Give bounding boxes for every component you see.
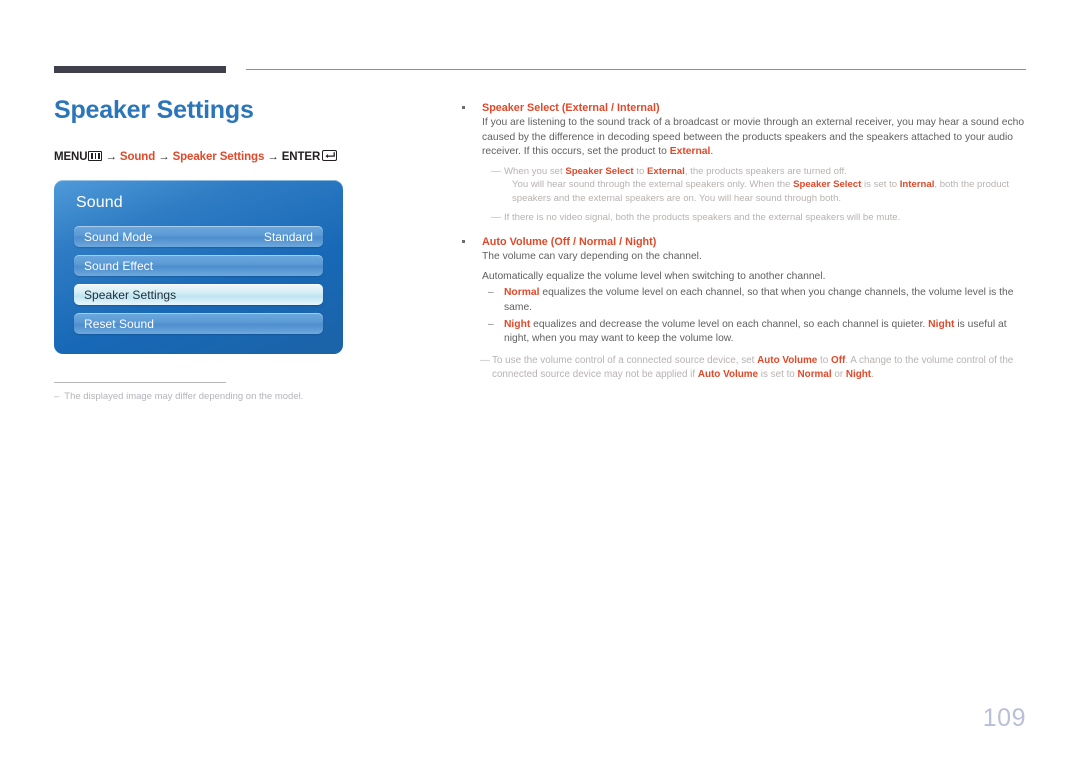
breadcrumb-menu-label: MENU <box>54 151 88 163</box>
osd-item-speaker-settings[interactable]: Speaker Settings <box>74 284 323 305</box>
note-term-1: Speaker Select <box>565 165 634 177</box>
item-term-2: Night <box>928 318 955 330</box>
body-text-tail: . <box>710 146 714 158</box>
note-dash-icon: — <box>491 165 501 177</box>
enter-return-icon <box>322 150 338 161</box>
osd-item-value: Standard <box>263 229 313 244</box>
osd-item-label: Speaker Settings <box>84 287 177 302</box>
body-emphasis: External <box>669 146 711 158</box>
note-text-a: To use the volume control of a connected… <box>492 354 758 366</box>
breadcrumb-arrow-1: → <box>105 151 117 163</box>
note-no-video-signal: — If there is no video signal, both the p… <box>458 211 1028 225</box>
note-continuation: You will hear sound through the external… <box>504 178 1028 205</box>
item-term: Night <box>504 318 531 330</box>
item-text: equalizes the volume level on each chann… <box>504 287 1014 313</box>
note-text-b: to <box>817 354 832 366</box>
breadcrumb-arrow-3: → <box>267 151 279 163</box>
note-term-2: Off <box>831 354 846 366</box>
osd-item-sound-mode[interactable]: Sound Mode Standard <box>74 226 323 247</box>
note-text-f: . <box>871 368 874 380</box>
note-text-a: When you set <box>504 165 566 177</box>
list-item-night: – Night equalizes and decrease the volume… <box>458 318 1028 347</box>
note-text-b: to <box>633 165 647 177</box>
dash-bullet-icon: – <box>488 287 494 299</box>
dash-bullet-icon: – <box>488 318 494 330</box>
note-dash-icon: — <box>491 211 501 223</box>
body-text: If you are listening to the sound track … <box>482 117 1025 158</box>
heading-term: Speaker Select <box>482 102 559 114</box>
section-speaker-select: Speaker Select (External / Internal) If … <box>458 100 1028 224</box>
header-rule-thick <box>54 66 226 73</box>
footnote-dash: – <box>54 391 60 402</box>
section-auto-volume: Auto Volume (Off / Normal / Night) The v… <box>458 234 1028 382</box>
footnote-text: The displayed image may differ depending… <box>64 391 304 402</box>
heading-term: Auto Volume <box>482 236 548 249</box>
osd-menu-list: Sound Mode Standard Sound Effect Speaker… <box>74 226 323 342</box>
osd-item-label: Sound Effect <box>84 258 154 273</box>
list-item-normal: – Normal equalizes the volume level on ea… <box>458 286 1028 315</box>
note-text-d: is set to <box>758 368 798 380</box>
note-term-3: Speaker Select <box>793 179 862 191</box>
osd-item-reset-sound[interactable]: Reset Sound <box>74 313 323 334</box>
footnote-divider <box>54 382 226 383</box>
section-body-1: The volume can vary depending on the cha… <box>482 251 702 263</box>
page-number: 109 <box>982 704 1026 732</box>
item-term: Normal <box>504 287 540 299</box>
note-speaker-select-external: — When you set Speaker Select to External… <box>458 165 1028 206</box>
breadcrumb-enter-label: ENTER <box>281 151 321 163</box>
osd-item-sound-effect[interactable]: Sound Effect <box>74 255 323 276</box>
left-column: Speaker Settings MENU → Sound → Speaker Sett… <box>54 96 434 163</box>
section-heading: Auto Volume (Off / Normal / Night) <box>458 234 1028 250</box>
note-term-2: External <box>646 165 685 177</box>
note-text-e: or <box>831 368 846 380</box>
heading-options: (Off / Normal / Night) <box>550 236 657 249</box>
note-dash-icon: — <box>480 354 490 366</box>
manual-page: Speaker Settings MENU → Sound → Speaker Sett… <box>0 0 1080 763</box>
note-text: If there is no video signal, both the pr… <box>504 211 901 223</box>
section-body-2: Automatically equalize the volume level … <box>482 270 826 282</box>
square-bullet-icon <box>462 106 465 109</box>
right-column: Speaker Select (External / Internal) If … <box>458 100 1028 383</box>
sound-osd-panel: Sound Sound Mode Standard Sound Effect S… <box>54 180 343 354</box>
section-heading: Speaker Select (External / Internal) <box>458 100 1028 116</box>
note-term-4: Internal <box>899 179 935 191</box>
breadcrumb-arrow-2: → <box>158 151 170 163</box>
page-title: Speaker Settings <box>54 96 254 124</box>
osd-item-label: Sound Mode <box>84 229 153 244</box>
breadcrumb-step-speaker-settings: Speaker Settings <box>172 151 265 163</box>
breadcrumb: MENU → Sound → Speaker Settings → ENTER <box>54 150 434 163</box>
heading-options: (External / Internal) <box>561 102 660 114</box>
note-text-e: is set to <box>861 179 900 191</box>
osd-title: Sound <box>76 194 123 211</box>
note-auto-volume-source-device: — To use the volume control of a connecte… <box>458 354 1028 382</box>
note-term-3: Auto Volume <box>697 368 759 380</box>
note-term-4: Normal <box>797 368 832 380</box>
footnote: – The displayed image may differ dependin… <box>54 390 454 403</box>
item-text-a: equalizes and decrease the volume level … <box>530 318 929 330</box>
note-term-5: Night <box>845 368 872 380</box>
header-rule-thin <box>246 69 1026 70</box>
note-text-c: , the products speakers are turned off. <box>684 165 847 177</box>
menu-bars-icon <box>88 151 103 161</box>
square-bullet-icon <box>462 240 465 244</box>
note-term-1: Auto Volume <box>757 354 818 366</box>
breadcrumb-step-sound: Sound <box>119 151 156 163</box>
osd-item-label: Reset Sound <box>84 316 154 331</box>
note-text-d: You will hear sound through the external… <box>512 179 794 191</box>
section-body: If you are listening to the sound track … <box>458 116 1028 160</box>
